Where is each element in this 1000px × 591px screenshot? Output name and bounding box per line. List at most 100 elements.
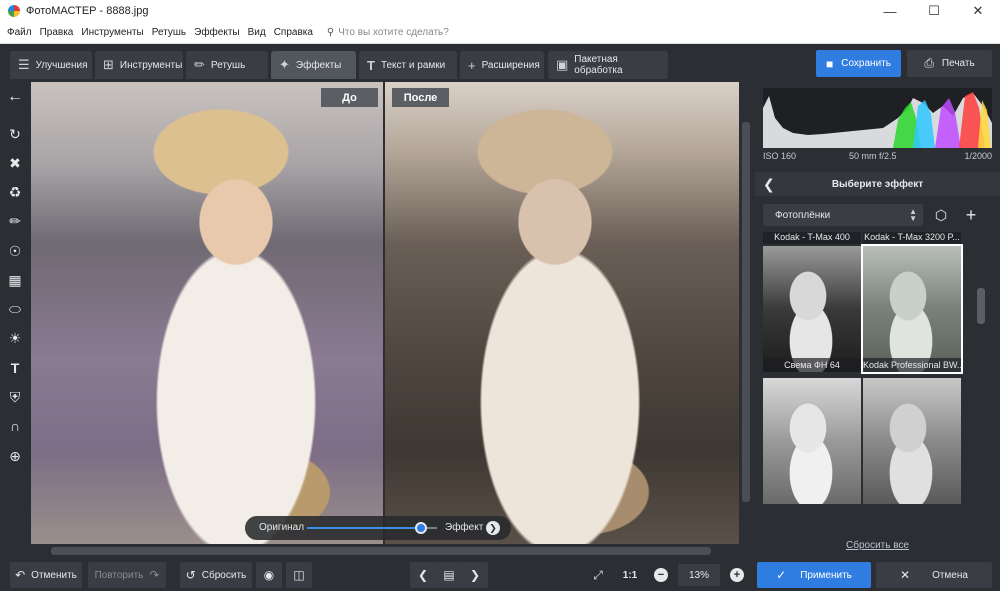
redo-label: Повторить	[94, 569, 144, 581]
effect-caption: Kodak - T-Max 400	[763, 232, 861, 244]
fit-screen-icon[interactable]: ⤢	[588, 565, 608, 585]
tab-effects[interactable]: ✦ Эффекты	[271, 51, 356, 79]
menu-help[interactable]: Справка	[270, 27, 317, 38]
effects-panel-header: ❮ Выберите эффект	[755, 172, 1000, 196]
zoom-in-icon[interactable]: +	[730, 568, 744, 582]
effect-category-select[interactable]: Фотоплёнки ▲ ▼	[763, 204, 923, 226]
close-icon[interactable]: ✕	[956, 0, 1000, 22]
scroll-thumb[interactable]	[742, 122, 750, 502]
effect-thumbnail[interactable]: Свема ФН 64	[763, 246, 861, 372]
effects-scrollbar[interactable]	[976, 232, 986, 522]
brush-icon[interactable]: ✏	[4, 210, 26, 232]
effect-thumbnail[interactable]	[763, 378, 861, 504]
effect-caption: Свема ФН 64	[763, 358, 861, 372]
tab-text-frames[interactable]: T Текст и рамки	[359, 51, 457, 79]
close-icon: ✕	[900, 568, 911, 582]
compare-toggle-button[interactable]: ◫	[286, 562, 312, 588]
radial-icon[interactable]: ☉	[4, 240, 26, 262]
tab-tools[interactable]: ⊞ Инструменты	[95, 51, 183, 79]
add-effect-icon[interactable]: +	[960, 204, 982, 226]
photo-canvas[interactable]: До После Оригинал Эффект ❯	[31, 82, 739, 544]
right-panel: ISO 160 50 mm f/2.5 1/2000 ❮ Выберите эф…	[755, 82, 1000, 560]
menu-effects[interactable]: Эффекты	[190, 27, 243, 38]
effect-strength-slider: Оригинал Эффект ❯	[245, 516, 511, 540]
effect-thumbnail[interactable]	[863, 378, 961, 504]
gradient-icon[interactable]: ▦	[4, 269, 26, 291]
before-label: До	[321, 88, 378, 107]
slider-thumb[interactable]	[415, 522, 428, 534]
undo-button[interactable]: ↶ Отменить	[10, 562, 82, 588]
stamp-icon[interactable]: ♻	[4, 181, 26, 203]
floppy-icon: ■	[826, 56, 834, 71]
after-photo	[385, 82, 739, 544]
target-icon[interactable]: ⊕	[4, 445, 26, 467]
text-icon[interactable]: T	[4, 357, 26, 379]
prev-image-button[interactable]: ❮	[410, 562, 436, 588]
tab-label: Улучшения	[35, 59, 88, 71]
next-image-button[interactable]: ❯	[462, 562, 488, 588]
scroll-thumb[interactable]	[51, 547, 711, 555]
open-folder-button[interactable]: ▤	[436, 562, 462, 588]
actual-size-button[interactable]: 1:1	[618, 565, 642, 585]
apply-button[interactable]: ✓ Применить	[757, 562, 871, 588]
menu-bar: Файл Правка Инструменты Ретушь Эффекты В…	[0, 22, 1000, 44]
tab-label: Ретушь	[210, 59, 246, 71]
canvas-horizontal-scrollbar[interactable]	[31, 544, 739, 558]
menu-edit[interactable]: Правка	[36, 27, 78, 38]
minimize-icon[interactable]: —	[868, 0, 912, 22]
category-value: Фотоплёнки	[775, 209, 831, 221]
magnet-icon[interactable]: ∩	[4, 415, 26, 437]
tab-retouch[interactable]: ✏ Ретушь	[186, 51, 268, 79]
histogram-graph	[763, 92, 992, 148]
bandage-icon[interactable]: ✖	[4, 152, 26, 174]
redo-button[interactable]: Повторить ↷	[88, 562, 166, 588]
text-icon: T	[367, 57, 375, 73]
search-icon: ⚲	[326, 27, 335, 38]
tab-improvements[interactable]: ☰ Улучшения	[10, 51, 92, 79]
effect-thumbnail-selected[interactable]: Kodak Professional BW...	[861, 244, 963, 374]
menu-view[interactable]: Вид	[244, 27, 270, 38]
scroll-thumb[interactable]	[977, 288, 985, 324]
search-placeholder: Что вы хотите сделать?	[338, 27, 449, 38]
slider-effect-label: Эффект	[445, 522, 484, 533]
window-controls: — ☐ ✕	[868, 0, 1000, 22]
window-title: ФотоМАСТЕР - 8888.jpg	[26, 5, 149, 17]
tab-batch[interactable]: ▣ Пакетная обработка	[548, 51, 668, 79]
zoom-out-icon[interactable]: −	[654, 568, 668, 582]
reset-all-link[interactable]: Сбросить все	[755, 540, 1000, 551]
reset-button[interactable]: ↺ Сбросить	[180, 562, 252, 588]
brightness-icon[interactable]: ☀	[4, 327, 26, 349]
canvas-vertical-scrollbar[interactable]	[739, 82, 753, 544]
effect-caption: Kodak - T-Max 3200 P...	[863, 232, 961, 244]
fill-icon[interactable]: ⛨	[4, 386, 26, 408]
menu-retouch[interactable]: Ретушь	[148, 27, 190, 38]
save-button[interactable]: ■ Сохранить	[816, 50, 901, 77]
batch-icon: ▣	[556, 57, 569, 72]
bottom-bar: ↶ Отменить Повторить ↷ ↺ Сбросить ◉ ◫ ❮ …	[0, 560, 1000, 591]
rotate-icon[interactable]: ↻	[4, 123, 26, 145]
zoom-value[interactable]: 13%	[678, 564, 720, 586]
histogram	[763, 88, 992, 148]
effect-preview	[863, 246, 961, 372]
print-button[interactable]: ⎙ Печать	[907, 50, 992, 77]
cancel-button[interactable]: ✕ Отмена	[876, 562, 992, 588]
undo-label: Отменить	[31, 569, 77, 581]
menu-file[interactable]: Файл	[3, 27, 36, 38]
sliders-icon: ☰	[18, 57, 30, 72]
magic-wand-icon: ✦	[279, 57, 290, 72]
cube-icon[interactable]: ⬡	[930, 204, 952, 226]
crop-icon: ⊞	[103, 57, 114, 72]
vignette-icon[interactable]: ⬭	[4, 298, 26, 320]
chevron-left-icon[interactable]: ❮	[763, 176, 775, 193]
printer-icon: ⎙	[924, 56, 934, 70]
effects-gallery: Kodak - T-Max 400 Kodak - T-Max 3200 P..…	[761, 232, 971, 524]
command-search[interactable]: ⚲ Что вы хотите сделать?	[327, 27, 449, 38]
chevron-right-icon[interactable]: ❯	[486, 521, 500, 535]
slider-original-label: Оригинал	[259, 522, 305, 533]
back-arrow-icon[interactable]: ←	[4, 86, 26, 108]
chevron-left-icon: ❮	[417, 568, 429, 582]
maximize-icon[interactable]: ☐	[912, 0, 956, 22]
tab-extensions[interactable]: + Расширения	[460, 51, 544, 79]
menu-tools[interactable]: Инструменты	[77, 27, 147, 38]
preview-toggle-button[interactable]: ◉	[256, 562, 282, 588]
